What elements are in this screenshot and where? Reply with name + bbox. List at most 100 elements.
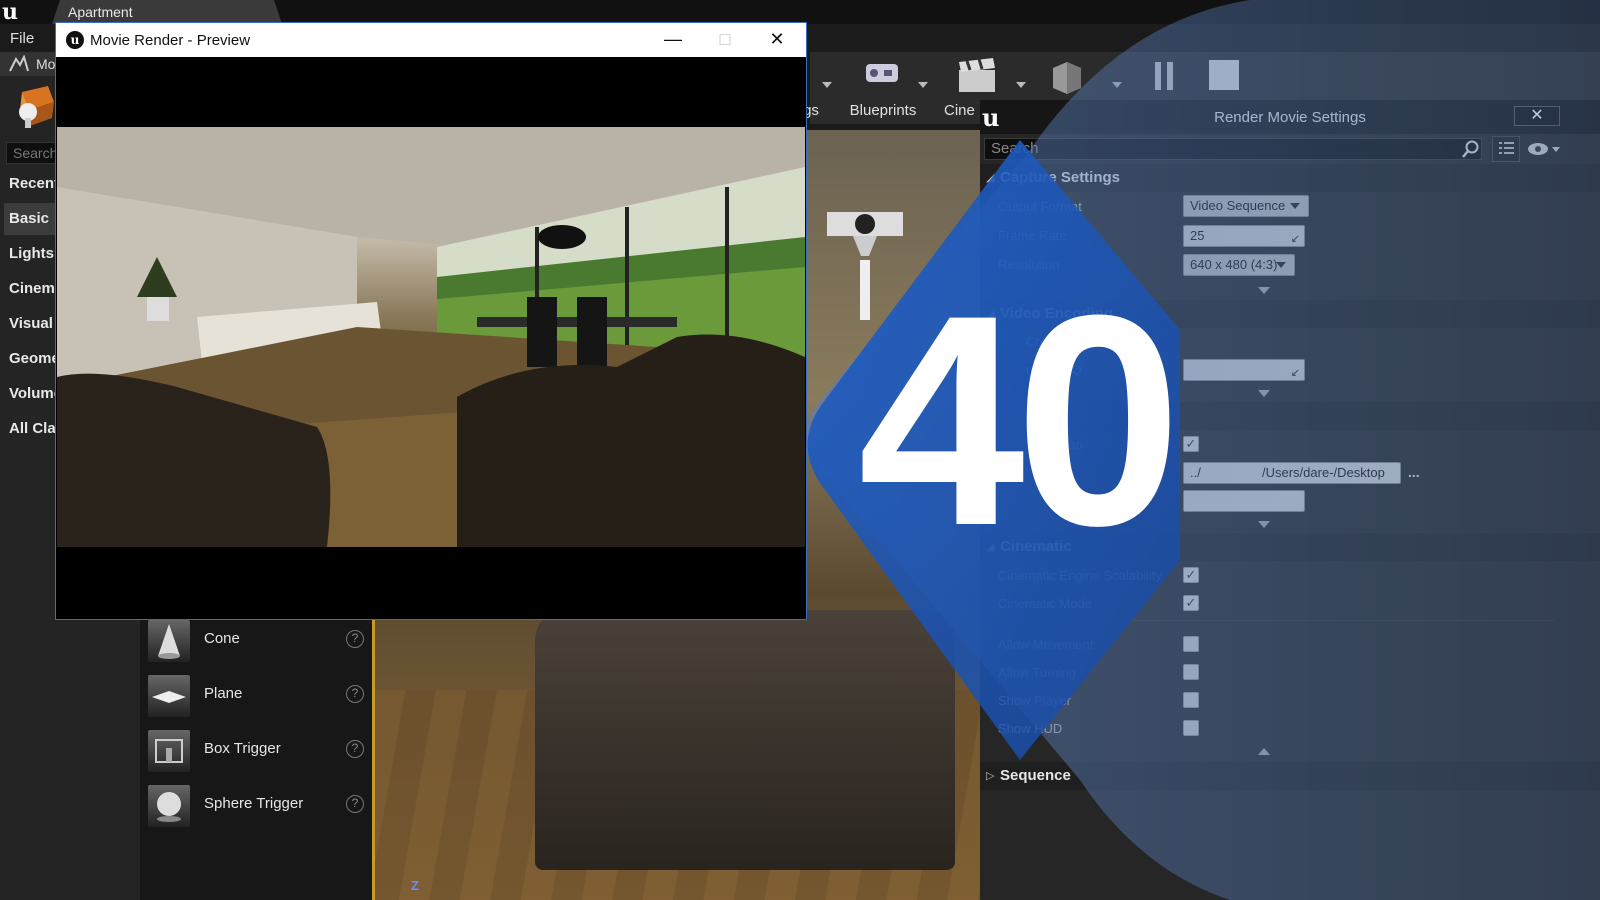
section-capture-settings[interactable]: ◢ Capture Settings: [980, 164, 1600, 192]
modes-icon: [8, 54, 30, 73]
help-icon[interactable]: ?: [346, 795, 364, 813]
category-visual[interactable]: Visual: [4, 308, 60, 340]
frame-rate-label: Frame Rate: [998, 228, 1067, 243]
filename-format-input[interactable]: [1183, 490, 1305, 512]
help-icon[interactable]: ?: [346, 740, 364, 758]
reset-arrow-icon[interactable]: ↙: [1291, 229, 1300, 249]
expand-triangle-icon: ▷: [986, 770, 995, 782]
category-geometry[interactable]: Geome: [4, 343, 60, 375]
place-item-plane[interactable]: Plane ?: [148, 673, 368, 723]
chevron-down-icon: [1276, 262, 1286, 268]
output-directory-field[interactable]: ../ /Users/dare-/Desktop: [1183, 462, 1401, 484]
build-icon: [1047, 58, 1089, 94]
toolbar-label: Blueprints: [849, 102, 917, 119]
close-button[interactable]: ✕: [752, 23, 802, 57]
allow-movement-checkbox[interactable]: [1183, 636, 1199, 652]
category-lights[interactable]: Lights: [4, 238, 60, 270]
dropdown-value: Video Sequence: [1190, 198, 1286, 213]
category-volumes[interactable]: Volume: [4, 378, 60, 410]
search-icon[interactable]: [1462, 140, 1480, 158]
cone-icon: [148, 620, 190, 662]
viewport-sofa: [535, 610, 955, 870]
place-item-label: Cone: [204, 630, 240, 647]
place-item-label: Box Trigger: [204, 740, 281, 757]
advanced-expand-icon[interactable]: [1258, 287, 1270, 294]
show-hud-label: Show HUD: [998, 721, 1063, 736]
stop-icon: [1203, 58, 1245, 94]
output-format-dropdown[interactable]: Video Sequence: [1183, 195, 1309, 217]
category-cinematic[interactable]: Cinema: [4, 273, 60, 305]
collapse-up-icon[interactable]: [1258, 748, 1270, 755]
category-all-classes[interactable]: All Clas: [4, 413, 60, 445]
blueprints-button[interactable]: Blueprints: [840, 52, 926, 124]
advanced-expand-icon[interactable]: [1258, 390, 1270, 397]
show-player-label: Show Player: [998, 693, 1071, 708]
section-sequence[interactable]: ▷ Sequence: [980, 762, 1600, 790]
section-title: Capture Settings: [1000, 169, 1121, 186]
place-item-cone[interactable]: Cone ?: [148, 618, 368, 668]
category-basic[interactable]: Basic: [4, 203, 60, 235]
help-icon[interactable]: ?: [346, 630, 364, 648]
directory-path: /Users/dare-/Desktop: [1262, 465, 1385, 480]
blueprints-icon: [862, 58, 904, 94]
render-preview-image: [57, 127, 805, 547]
pause-icon: [1143, 58, 1185, 94]
browse-directory-button[interactable]: ...: [1408, 464, 1420, 480]
category-recent[interactable]: Recent: [4, 168, 60, 200]
preview-titlebar: u Movie Render - Preview — □ ✕: [56, 23, 806, 57]
settings-search-input[interactable]: Search: [984, 138, 1482, 160]
unreal-logo-icon: u: [66, 31, 84, 49]
directory-prefix: ../: [1190, 465, 1201, 480]
cinematic-mode-checkbox[interactable]: ✓: [1183, 595, 1199, 611]
movie-render-preview-window[interactable]: u Movie Render - Preview — □ ✕: [55, 22, 807, 620]
visibility-eye-icon[interactable]: [1526, 140, 1562, 158]
dropdown-value: 640 x 480 (4:3): [1190, 257, 1278, 272]
place-item-label: Plane: [204, 685, 243, 702]
input-value: 25: [1190, 228, 1205, 243]
menu-file[interactable]: File: [10, 30, 34, 47]
allow-movement-label: Allow Movement: [998, 637, 1094, 652]
list-view-icon[interactable]: [1492, 136, 1520, 162]
maximize-button[interactable]: □: [700, 23, 750, 57]
start-capture-checkbox[interactable]: ✓: [1183, 436, 1199, 452]
settings-title: Render Movie Settings: [1214, 109, 1366, 126]
sphere-trigger-icon: [148, 785, 190, 827]
advanced-expand-icon[interactable]: [1258, 521, 1270, 528]
clapperboard-icon: [957, 58, 999, 94]
settings-header: u Render Movie Settings ✕: [980, 100, 1600, 134]
show-hud-checkbox[interactable]: [1183, 720, 1199, 736]
place-item-box-trigger[interactable]: Box Trigger ?: [148, 728, 368, 778]
section-title: Sequence: [1000, 767, 1071, 784]
place-item-label: Sphere Trigger: [204, 795, 304, 812]
cinematic-engine-scalability-checkbox[interactable]: ✓: [1183, 567, 1199, 583]
output-format-label: Output Format: [998, 199, 1082, 214]
minimize-button[interactable]: —: [648, 23, 698, 57]
resolution-dropdown[interactable]: 640 x 480 (4:3): [1183, 254, 1295, 276]
title-bar: u Apartment: [0, 0, 1600, 24]
collapse-triangle-icon: ◢: [986, 172, 995, 184]
chevron-down-icon: [1290, 203, 1300, 209]
chevron-down-icon[interactable]: [918, 82, 928, 88]
place-search-input[interactable]: Search: [6, 142, 62, 164]
settings-close-button[interactable]: ✕: [1514, 106, 1560, 126]
frame-rate-input[interactable]: 25 ↙: [1183, 225, 1305, 247]
axis-z-label: Z: [411, 878, 419, 893]
episode-number: 40: [858, 252, 1182, 588]
allow-turning-label: Allow Turning: [998, 665, 1077, 680]
reset-arrow-icon[interactable]: ↙: [1291, 363, 1300, 383]
chevron-down-icon[interactable]: [1016, 82, 1026, 88]
preview-title: Movie Render - Preview: [90, 32, 251, 49]
allow-turning-checkbox[interactable]: [1183, 664, 1199, 680]
project-tab[interactable]: Apartment: [52, 0, 282, 24]
cinematic-mode-label: Cinematic Mode: [998, 596, 1092, 611]
box-trigger-icon: [148, 730, 190, 772]
chevron-down-icon[interactable]: [1112, 82, 1122, 88]
help-icon[interactable]: ?: [346, 685, 364, 703]
plane-icon: [148, 675, 190, 717]
show-player-checkbox[interactable]: [1183, 692, 1199, 708]
chevron-down-icon[interactable]: [822, 82, 832, 88]
place-item-sphere-trigger[interactable]: Sphere Trigger ?: [148, 783, 368, 833]
divider: [1004, 620, 1554, 621]
compression-quality-input[interactable]: ↙: [1183, 359, 1305, 381]
place-mode-icon[interactable]: [8, 82, 58, 132]
